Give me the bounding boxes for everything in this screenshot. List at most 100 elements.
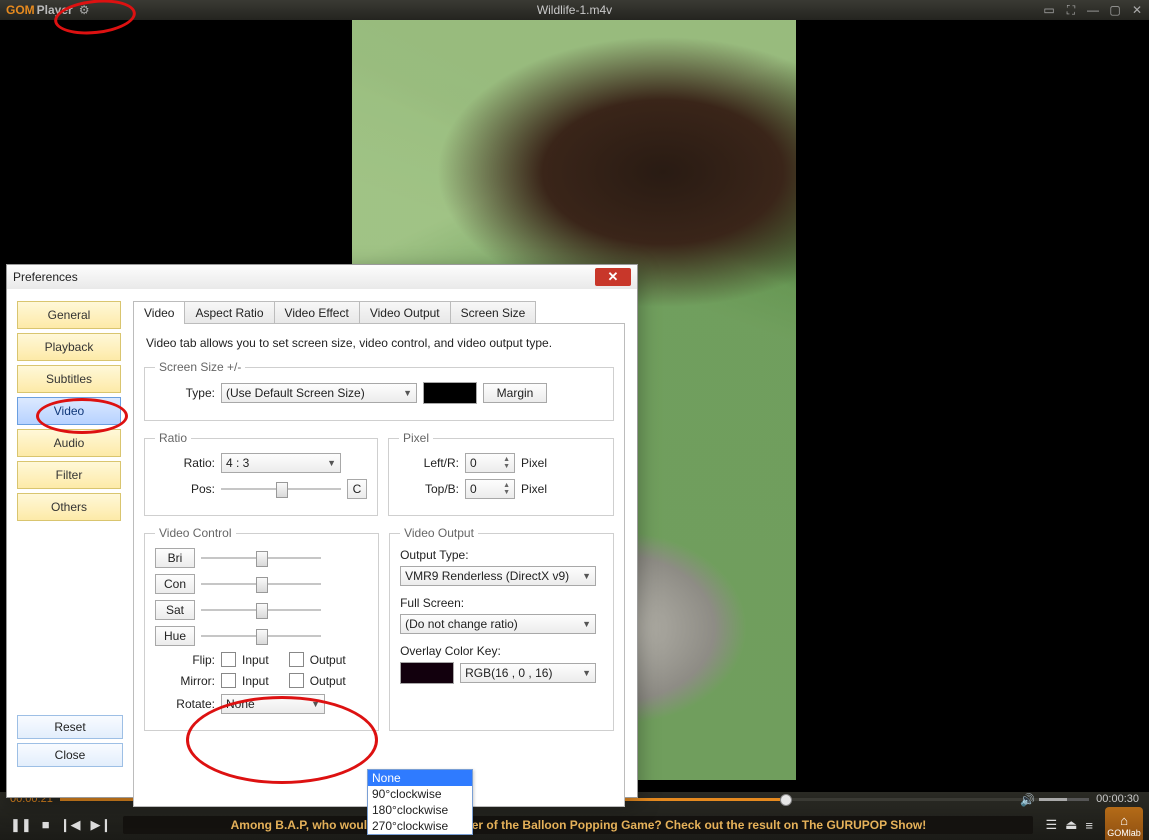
topb-input[interactable]: 0 ▲▼	[465, 479, 515, 499]
flip-input-label: Input	[242, 653, 269, 667]
video-control-group: Video Control Bri Con Sat	[144, 526, 379, 731]
bri-button[interactable]: Bri	[155, 548, 195, 568]
volume-track[interactable]	[1039, 798, 1089, 801]
tab-video-output[interactable]: Video Output	[359, 301, 451, 324]
tab-screen-size[interactable]: Screen Size	[450, 301, 537, 324]
hue-button[interactable]: Hue	[155, 626, 195, 646]
fullscreen-value: (Do not change ratio)	[405, 617, 518, 631]
overlay-color-swatch[interactable]	[400, 662, 454, 684]
leftr-value: 0	[470, 456, 477, 470]
sat-slider[interactable]	[201, 600, 321, 620]
ratio-label: Ratio:	[155, 456, 215, 470]
news-ticker[interactable]: Among B.A.P, who would be the final winn…	[123, 816, 1033, 834]
maximize-icon[interactable]: ▢	[1107, 3, 1123, 17]
rotate-value: None	[226, 697, 255, 711]
dialog-close-button[interactable]: ✕	[595, 268, 631, 286]
prev-button[interactable]: ❙◀	[60, 817, 81, 833]
category-filter[interactable]: Filter	[17, 461, 121, 489]
pos-slider[interactable]	[221, 479, 341, 499]
sat-button[interactable]: Sat	[155, 600, 195, 620]
tab-aspect-ratio[interactable]: Aspect Ratio	[184, 301, 274, 324]
con-button[interactable]: Con	[155, 574, 195, 594]
tab-description: Video tab allows you to set screen size,…	[146, 336, 614, 350]
stop-button[interactable]: ■	[42, 817, 50, 833]
topb-label: Top/B:	[399, 482, 459, 496]
gomlab-label: GOMlab	[1107, 828, 1141, 838]
screen-size-group: Screen Size +/- Type: (Use Default Scree…	[144, 360, 614, 421]
leftr-input[interactable]: 0 ▲▼	[465, 453, 515, 473]
chevron-down-icon: ▼	[327, 458, 336, 468]
next-button[interactable]: ▶❙	[91, 817, 112, 833]
close-window-icon[interactable]: ✕	[1129, 3, 1145, 17]
rotate-option-180[interactable]: 180°clockwise	[368, 802, 472, 818]
con-slider[interactable]	[201, 574, 321, 594]
fullscreen-label: Full Screen:	[400, 596, 603, 610]
category-video[interactable]: Video	[17, 397, 121, 425]
rotate-options-list[interactable]: None 90°clockwise 180°clockwise 270°cloc…	[367, 769, 473, 835]
flip-label: Flip:	[155, 653, 215, 667]
spinner-icon[interactable]: ▲▼	[503, 482, 510, 496]
app-brand: GOM Player	[6, 3, 73, 17]
pos-center-button[interactable]: C	[347, 479, 367, 499]
home-icon: ⌂	[1120, 813, 1128, 828]
video-control-legend: Video Control	[155, 526, 236, 540]
pixel-unit: Pixel	[521, 456, 547, 470]
flip-input-checkbox[interactable]	[221, 652, 236, 667]
category-audio[interactable]: Audio	[17, 429, 121, 457]
output-type-label: Output Type:	[400, 548, 603, 562]
volume-icon[interactable]: 🔊	[1020, 793, 1035, 807]
pixel-legend: Pixel	[399, 431, 433, 445]
brand-gom: GOM	[6, 3, 35, 17]
mirror-output-checkbox[interactable]	[289, 673, 304, 688]
close-button[interactable]: Close	[17, 743, 123, 767]
fullscreen-select[interactable]: (Do not change ratio) ▼	[400, 614, 596, 634]
pos-label: Pos:	[155, 482, 215, 496]
ratio-group: Ratio Ratio: 4 : 3 ▼ Pos:	[144, 431, 378, 516]
rotate-option-none[interactable]: None	[368, 770, 472, 786]
output-type-select[interactable]: VMR9 Renderless (DirectX v9) ▼	[400, 566, 596, 586]
chevron-down-icon: ▼	[582, 668, 591, 678]
chevron-down-icon: ▼	[582, 619, 591, 629]
seek-thumb[interactable]	[780, 794, 792, 806]
gomlab-button[interactable]: ⌂ GOMlab	[1105, 807, 1143, 840]
category-others[interactable]: Others	[17, 493, 121, 521]
minimize-icon[interactable]: —	[1085, 3, 1101, 17]
rotate-label: Rotate:	[155, 697, 215, 711]
eject-icon[interactable]: ⏏	[1065, 817, 1077, 833]
control-panel-icon[interactable]: ☰	[1045, 817, 1057, 833]
always-on-top-icon[interactable]: ▭	[1041, 3, 1057, 17]
topb-value: 0	[470, 482, 477, 496]
rotate-option-90[interactable]: 90°clockwise	[368, 786, 472, 802]
tab-video-effect[interactable]: Video Effect	[274, 301, 360, 324]
flip-output-checkbox[interactable]	[289, 652, 304, 667]
ratio-select[interactable]: 4 : 3 ▼	[221, 453, 341, 473]
bri-slider[interactable]	[201, 548, 321, 568]
chevron-down-icon: ▼	[403, 388, 412, 398]
fullscreen-icon[interactable]: ⛶	[1063, 3, 1079, 18]
tab-video[interactable]: Video	[133, 301, 185, 324]
time-total: 00:00:30	[1096, 793, 1139, 805]
output-type-value: VMR9 Renderless (DirectX v9)	[405, 569, 569, 583]
category-subtitles[interactable]: Subtitles	[17, 365, 121, 393]
preferences-dialog: Preferences ✕ General Playback Subtitles…	[6, 264, 638, 798]
ratio-value: 4 : 3	[226, 456, 249, 470]
overlay-color-select[interactable]: RGB(16 , 0 , 16) ▼	[460, 663, 596, 683]
screen-type-select[interactable]: (Use Default Screen Size) ▼	[221, 383, 417, 403]
mirror-input-checkbox[interactable]	[221, 673, 236, 688]
menu-icon[interactable]: ≡	[1085, 818, 1093, 833]
rotate-select[interactable]: None ▼	[221, 694, 325, 714]
mirror-output-label: Output	[310, 674, 346, 688]
spinner-icon[interactable]: ▲▼	[503, 456, 510, 470]
window-title: Wildlife-1.m4v	[0, 3, 1149, 17]
category-general[interactable]: General	[17, 301, 121, 329]
rotate-option-270[interactable]: 270°clockwise	[368, 818, 472, 834]
screen-margin-swatch[interactable]	[423, 382, 477, 404]
play-pause-button[interactable]: ❚❚	[10, 817, 32, 833]
screen-type-value: (Use Default Screen Size)	[226, 386, 365, 400]
margin-button[interactable]: Margin	[483, 383, 547, 403]
screen-size-legend: Screen Size +/-	[155, 360, 245, 374]
gear-icon[interactable]: ⚙	[79, 3, 90, 17]
hue-slider[interactable]	[201, 626, 321, 646]
category-playback[interactable]: Playback	[17, 333, 121, 361]
reset-button[interactable]: Reset	[17, 715, 123, 739]
